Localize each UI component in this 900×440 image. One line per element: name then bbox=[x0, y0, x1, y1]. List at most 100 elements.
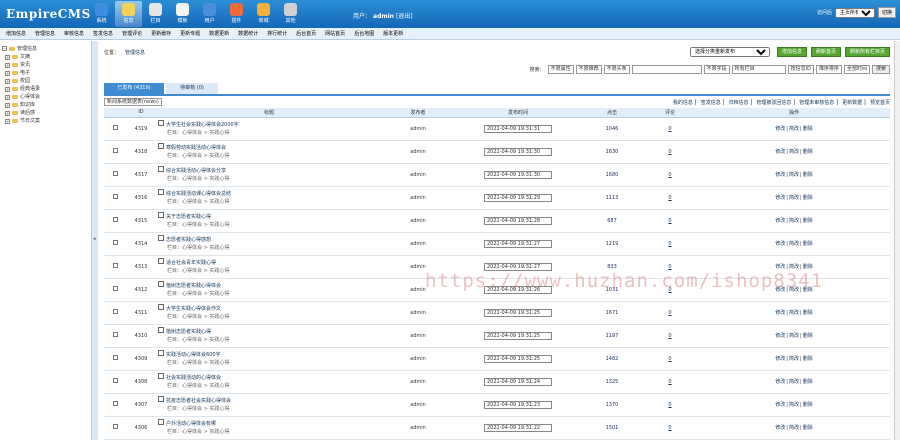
menu-item-9[interactable]: 排行统计 bbox=[267, 30, 287, 37]
time-select[interactable]: 全部时间 bbox=[843, 64, 870, 74]
row-title-link[interactable]: 植树志愿者实践心得 bbox=[166, 329, 211, 335]
menu-item-4[interactable]: 管理评论 bbox=[122, 30, 142, 37]
row-title-link[interactable]: 志愿者实践心得感想 bbox=[166, 237, 211, 243]
breadcrumb-link[interactable]: 管理信息 bbox=[125, 50, 145, 56]
menu-item-8[interactable]: 数据统计 bbox=[238, 30, 258, 37]
row-comments-link[interactable]: 0 bbox=[668, 264, 671, 270]
column-select[interactable]: 所有栏目 bbox=[731, 64, 786, 74]
row-checkbox[interactable] bbox=[112, 424, 118, 429]
delete-link[interactable]: 删除 bbox=[803, 218, 813, 224]
delete-link[interactable]: 删除 bbox=[803, 126, 813, 132]
quick-edit-link[interactable]: 简改 bbox=[789, 379, 799, 385]
delete-link[interactable]: 删除 bbox=[803, 172, 813, 178]
row-title-link[interactable]: 实践活动心得体会600字 bbox=[166, 352, 221, 358]
row-checkbox[interactable] bbox=[112, 355, 118, 360]
expand-icon[interactable]: + bbox=[5, 54, 10, 60]
table-link-1[interactable]: 签发信息 bbox=[701, 100, 721, 106]
row-comments-link[interactable]: 0 bbox=[668, 149, 671, 155]
visit-select[interactable]: 主页所有 bbox=[834, 7, 875, 18]
nav-item-2[interactable]: 栏目 bbox=[142, 1, 169, 27]
menu-item-11[interactable]: 网站首页 bbox=[325, 30, 345, 37]
edit-link[interactable]: 修改 bbox=[775, 425, 785, 431]
row-title-link[interactable]: 抗疫志愿者社会实践心得体会 bbox=[166, 398, 231, 404]
row-comments-link[interactable]: 0 bbox=[668, 241, 671, 247]
tree-item-1[interactable]: + 资讯 bbox=[5, 61, 89, 69]
logout-link[interactable]: [退出] bbox=[396, 13, 413, 20]
direction-select[interactable]: 降序排序 bbox=[815, 64, 842, 74]
delete-link[interactable]: 删除 bbox=[803, 195, 813, 201]
row-comments-link[interactable]: 0 bbox=[668, 310, 671, 316]
row-title-link[interactable]: 社会实践活动的心得体会 bbox=[166, 375, 221, 381]
quick-edit-link[interactable]: 简改 bbox=[789, 425, 799, 431]
tree-item-6[interactable]: + 知识库 bbox=[5, 101, 89, 109]
menu-item-2[interactable]: 审核信息 bbox=[64, 30, 84, 37]
nav-item-4[interactable]: 用户 bbox=[196, 1, 223, 27]
search-button[interactable]: 搜索 bbox=[871, 64, 890, 74]
delete-link[interactable]: 删除 bbox=[803, 310, 813, 316]
expand-icon[interactable]: + bbox=[5, 86, 10, 92]
edit-link[interactable]: 修改 bbox=[775, 402, 785, 408]
edit-link[interactable]: 修改 bbox=[775, 172, 785, 178]
menu-item-12[interactable]: 后台地图 bbox=[354, 30, 374, 37]
quick-edit-link[interactable]: 简改 bbox=[789, 149, 799, 155]
nav-item-3[interactable]: 模板 bbox=[169, 1, 196, 27]
col-id[interactable]: ID bbox=[126, 108, 156, 118]
row-time-field[interactable]: 2022-04-09 19:31:23 bbox=[484, 400, 552, 409]
row-checkbox[interactable] bbox=[112, 332, 118, 337]
tree-item-3[interactable]: + 校园 bbox=[5, 77, 89, 85]
col-hits[interactable]: 点击 bbox=[582, 108, 642, 118]
quick-edit-link[interactable]: 简改 bbox=[789, 172, 799, 178]
row-title-link[interactable]: 适合社会青年实践心得 bbox=[166, 260, 216, 266]
row-checkbox[interactable] bbox=[112, 217, 118, 222]
row-time-field[interactable]: 2022-04-09 19:31:25 bbox=[484, 308, 552, 317]
quick-edit-link[interactable]: 简改 bbox=[789, 402, 799, 408]
row-comments-link[interactable]: 0 bbox=[668, 218, 671, 224]
col-time[interactable]: 发布时间 bbox=[454, 108, 582, 118]
row-time-field[interactable]: 2022-04-09 19:31:29 bbox=[484, 193, 552, 202]
row-comments-link[interactable]: 0 bbox=[668, 356, 671, 362]
collapse-arrow-icon[interactable]: ◂ bbox=[93, 236, 96, 242]
row-checkbox[interactable] bbox=[112, 171, 118, 176]
delete-link[interactable]: 删除 bbox=[803, 241, 813, 247]
row-comments-link[interactable]: 0 bbox=[668, 333, 671, 339]
row-checkbox[interactable] bbox=[112, 378, 118, 383]
nav-item-7[interactable]: 其他 bbox=[277, 1, 304, 27]
vertical-scrollbar[interactable] bbox=[894, 41, 900, 440]
republish-select[interactable]: 选择分类重新发布 bbox=[689, 47, 770, 57]
row-time-field[interactable]: 2022-04-09 19:31:30 bbox=[484, 147, 552, 156]
menu-item-3[interactable]: 签发信息 bbox=[93, 30, 113, 37]
delete-link[interactable]: 删除 bbox=[803, 425, 813, 431]
collapse-icon[interactable]: − bbox=[2, 46, 7, 51]
edit-link[interactable]: 修改 bbox=[775, 356, 785, 362]
edit-link[interactable]: 修改 bbox=[775, 195, 785, 201]
quick-edit-link[interactable]: 简改 bbox=[789, 218, 799, 224]
add-info-button[interactable]: 增加信息 bbox=[776, 47, 807, 57]
edit-link[interactable]: 修改 bbox=[775, 126, 785, 132]
refresh-home-button[interactable]: 刷新首页 bbox=[810, 47, 841, 57]
edit-link[interactable]: 修改 bbox=[775, 241, 785, 247]
quick-edit-link[interactable]: 简改 bbox=[789, 241, 799, 247]
tree-item-0[interactable]: + 文摘 bbox=[5, 53, 89, 61]
expand-icon[interactable]: + bbox=[5, 62, 10, 68]
menu-item-6[interactable]: 更新专题 bbox=[180, 30, 200, 37]
filter-attr-select[interactable]: 不限属性 bbox=[547, 64, 574, 74]
edit-link[interactable]: 修改 bbox=[775, 218, 785, 224]
delete-link[interactable]: 删除 bbox=[803, 333, 813, 339]
row-title-link[interactable]: 综合实践活动心得体会分享 bbox=[166, 168, 226, 174]
menu-item-0[interactable]: 增加信息 bbox=[6, 30, 26, 37]
quick-edit-link[interactable]: 简改 bbox=[789, 333, 799, 339]
filter-recommend-select[interactable]: 不限推荐 bbox=[575, 64, 602, 74]
row-time-field[interactable]: 2022-04-09 19:31:25 bbox=[484, 354, 552, 363]
expand-icon[interactable]: + bbox=[5, 110, 10, 116]
nav-item-0[interactable]: 系统 bbox=[88, 1, 115, 27]
tab-pending[interactable]: 待审核 (0) bbox=[166, 83, 218, 94]
row-checkbox[interactable] bbox=[112, 401, 118, 406]
row-checkbox[interactable] bbox=[112, 309, 118, 314]
row-checkbox[interactable] bbox=[112, 240, 118, 245]
table-select[interactable]: 新闻系统数据表(news) bbox=[104, 98, 162, 106]
row-title-link[interactable]: 大学生社会实践心得体会2000字 bbox=[166, 122, 239, 128]
expand-icon[interactable]: + bbox=[5, 78, 10, 84]
row-comments-link[interactable]: 0 bbox=[668, 425, 671, 431]
table-link-5[interactable]: 更新数据 bbox=[842, 100, 862, 106]
refresh-all-button[interactable]: 刷新所有栏目页 bbox=[844, 47, 890, 57]
